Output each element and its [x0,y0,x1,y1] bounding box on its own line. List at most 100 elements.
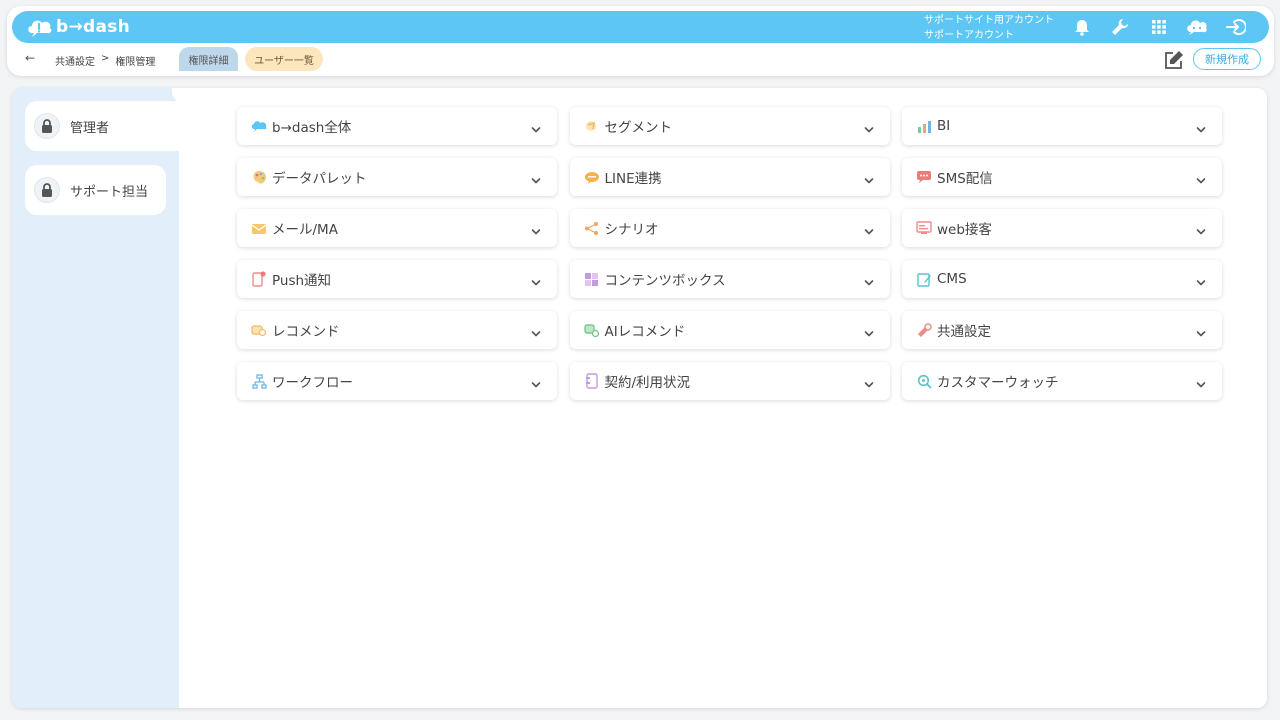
bi-icon [915,118,933,134]
permission-category-grid: b→dash全体 セグメント BI データパレット LINE連携 SMS配信メール/MA シ… [237,107,1222,400]
category-label: web接客 [937,222,992,238]
new-create-button[interactable]: 新規作成 [1193,48,1261,70]
chevron-down-icon[interactable] [531,273,541,286]
tab-user-list[interactable]: ユーザー一覧 [245,47,323,71]
permission-category-contract[interactable]: 契約/利用状況 [569,362,890,400]
workflow-icon [250,373,268,389]
settings-icon [915,322,933,338]
category-label: メール/MA [272,222,338,238]
chevron-down-icon[interactable] [864,273,874,286]
permission-category-bi[interactable]: BI [902,107,1222,145]
category-label: BI [937,118,951,134]
sms-icon [915,169,933,185]
chevron-down-icon[interactable] [1196,324,1206,337]
chevron-down-icon[interactable] [864,375,874,388]
category-label: レコメンド [272,324,340,340]
account-info[interactable]: サポートサイト用アカウント サポートアカウント [924,13,1054,43]
chevron-down-icon[interactable] [1196,120,1206,133]
chevron-down-icon[interactable] [1196,171,1206,184]
category-label: SMS配信 [937,171,993,187]
category-label: カスタマーウォッチ [937,375,1059,391]
bdash-icon [250,118,268,134]
chevron-down-icon[interactable] [864,171,874,184]
contents-icon [583,271,601,287]
back-arrow-icon[interactable]: ← [25,51,35,65]
breadcrumb-separator: > [101,53,110,64]
breadcrumb-common-settings[interactable]: 共通設定 [55,53,95,68]
customer-watch-icon [915,373,933,389]
permission-category-mail[interactable]: メール/MA [237,209,557,247]
recommend-icon [250,322,268,338]
web-icon [915,220,933,236]
category-label: セグメント [604,120,673,136]
permission-category-sms[interactable]: SMS配信 [902,158,1222,196]
permission-category-workflow[interactable]: ワークフロー [237,362,557,400]
category-label: 契約/利用状況 [604,375,691,391]
account-line1: サポートサイト用アカウント [924,15,1054,26]
category-label: b→dash全体 [272,120,352,136]
permission-category-bdash[interactable]: b→dash全体 [237,107,557,145]
edit-icon[interactable] [1163,49,1185,71]
category-label: ワークフロー [272,375,353,391]
breadcrumb-permission-management: 権限管理 [115,57,156,68]
apps-grid-icon[interactable] [1148,16,1170,38]
header: b→dash サポートサイト用アカウント サポートアカウント ← 共通設定 > … [7,6,1274,76]
permission-category-contents[interactable]: コンテンツボックス [569,260,890,298]
chevron-down-icon[interactable] [1196,273,1206,286]
sidebar-notch [172,88,192,102]
push-icon [250,271,268,287]
chevron-down-icon[interactable] [864,222,874,235]
tab-permission-detail[interactable]: 権限詳細 [179,47,238,71]
scenario-icon [583,220,601,236]
permission-category-palette[interactable]: データパレット [237,158,557,196]
account-line2: サポートアカウント [924,30,1014,41]
chevron-down-icon[interactable] [531,222,541,235]
category-label: コンテンツボックス [604,273,726,289]
permission-category-settings[interactable]: 共通設定 [902,311,1222,349]
permission-category-web[interactable]: web接客 [902,209,1222,247]
category-label: Push通知 [272,273,332,289]
logo[interactable]: b→dash [26,16,130,38]
chevron-down-icon[interactable] [531,324,541,337]
top-bar: b→dash サポートサイト用アカウント サポートアカウント [12,11,1269,43]
bell-icon[interactable] [1071,16,1093,38]
support-cloud-icon[interactable] [1186,16,1208,38]
chevron-down-icon[interactable] [864,120,874,133]
ai-recommend-icon [583,322,601,338]
chevron-down-icon[interactable] [1196,375,1206,388]
permission-category-line[interactable]: LINE連携 [569,158,890,196]
permission-category-customer-watch[interactable]: カスタマーウォッチ [902,362,1222,400]
permission-category-ai-recommend[interactable]: AIレコメンド [569,311,890,349]
permission-category-segment[interactable]: セグメント [569,107,890,145]
chevron-down-icon[interactable] [531,120,541,133]
permission-category-push[interactable]: Push通知 [237,260,557,298]
category-label: 共通設定 [937,324,991,340]
logout-icon[interactable] [1225,16,1247,38]
logo-text: b→dash [56,17,131,37]
category-label: データパレット [272,171,367,187]
line-icon [583,169,601,185]
chevron-down-icon[interactable] [531,171,541,184]
logo-cloud-icon [28,20,52,37]
category-label: シナリオ [604,222,659,238]
permission-category-recommend[interactable]: レコメンド [237,311,557,349]
chevron-down-icon[interactable] [1196,222,1206,235]
role-label: サポート担当 [70,184,149,200]
permission-category-cms[interactable]: CMS [902,260,1222,298]
lock-icon [34,177,60,203]
role-item-support[interactable]: サポート担当 [25,165,166,215]
main-panel: 管理者 サポート担当 b→dash全体 セグメント BI データパレット LINE連携 S… [12,88,1267,708]
permission-category-scenario[interactable]: シナリオ [569,209,890,247]
chevron-down-icon[interactable] [864,324,874,337]
mail-icon [250,220,268,236]
cms-icon [915,271,933,287]
wrench-icon[interactable] [1109,16,1131,38]
lock-icon [34,113,60,139]
role-item-admin[interactable]: 管理者 [25,101,179,151]
category-label: AIレコメンド [604,324,686,340]
breadcrumb: 共通設定 > 権限管理 [55,53,155,68]
category-label: LINE連携 [604,171,662,187]
chevron-down-icon[interactable] [531,375,541,388]
role-label: 管理者 [70,120,110,136]
category-label: CMS [937,271,967,287]
